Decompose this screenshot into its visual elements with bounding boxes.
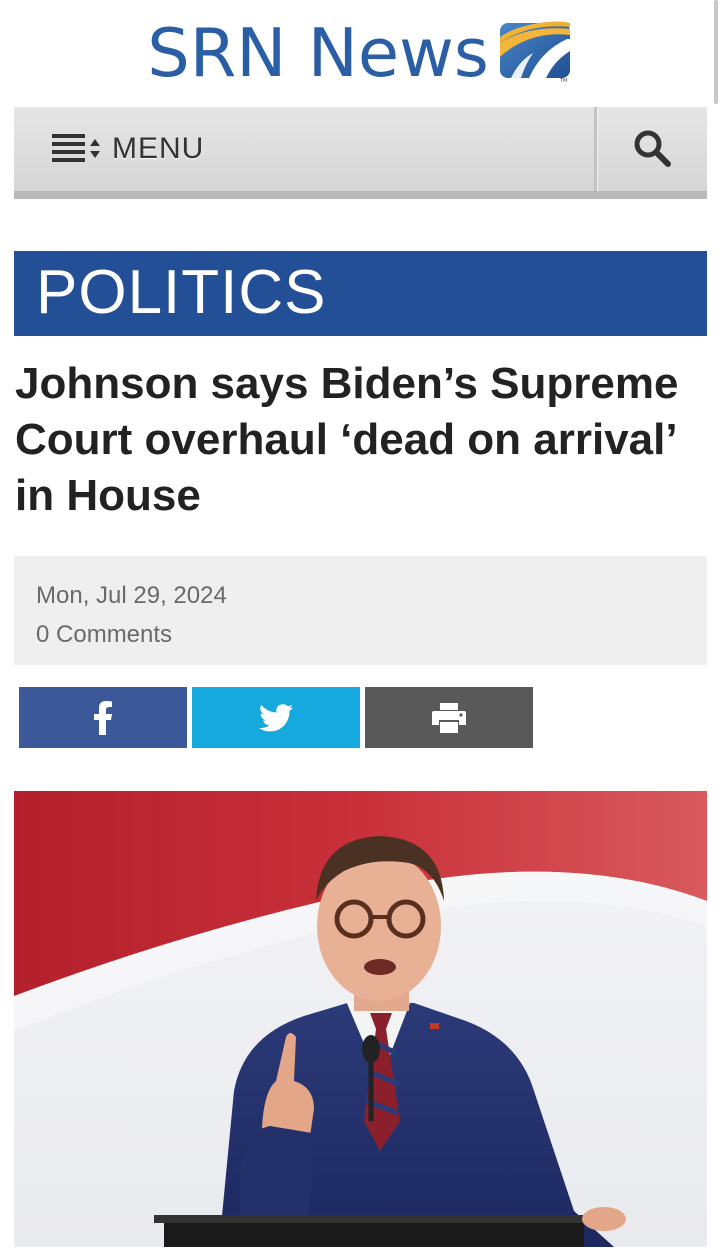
twitter-share-button[interactable] (192, 687, 360, 748)
menu-label: MENU (112, 132, 205, 165)
nav-bar: MENU (14, 107, 707, 199)
menu-button[interactable]: MENU (14, 107, 597, 191)
logo-trademark: TM (559, 78, 567, 83)
article-meta: Mon, Jul 29, 2024 0 Comments (14, 556, 707, 665)
section-title: POLITICS (36, 258, 327, 327)
logo-mark-icon: TM (499, 21, 570, 83)
search-button[interactable] (597, 107, 707, 191)
speaker-photo (14, 791, 707, 1247)
page: SRN News TM MENU POLITICS Johnson says B… (0, 0, 720, 1259)
print-button[interactable] (365, 687, 533, 748)
section-banner: POLITICS (14, 251, 707, 336)
print-icon (432, 702, 466, 733)
article-date: Mon, Jul 29, 2024 (36, 582, 227, 609)
twitter-icon (259, 703, 293, 731)
site-logo[interactable]: SRN News TM (147, 13, 573, 92)
search-icon (634, 130, 671, 167)
comments-link[interactable]: 0 Comments (36, 615, 685, 654)
article-photo (14, 791, 707, 1247)
share-bar (19, 687, 538, 748)
article-headline: Johnson says Biden’s Supreme Court overh… (15, 359, 679, 520)
facebook-icon (94, 700, 112, 735)
facebook-share-button[interactable] (19, 687, 187, 748)
logo-text: SRN News (147, 13, 489, 92)
site-header: SRN News TM (0, 18, 720, 88)
menu-list-icon (52, 134, 100, 162)
